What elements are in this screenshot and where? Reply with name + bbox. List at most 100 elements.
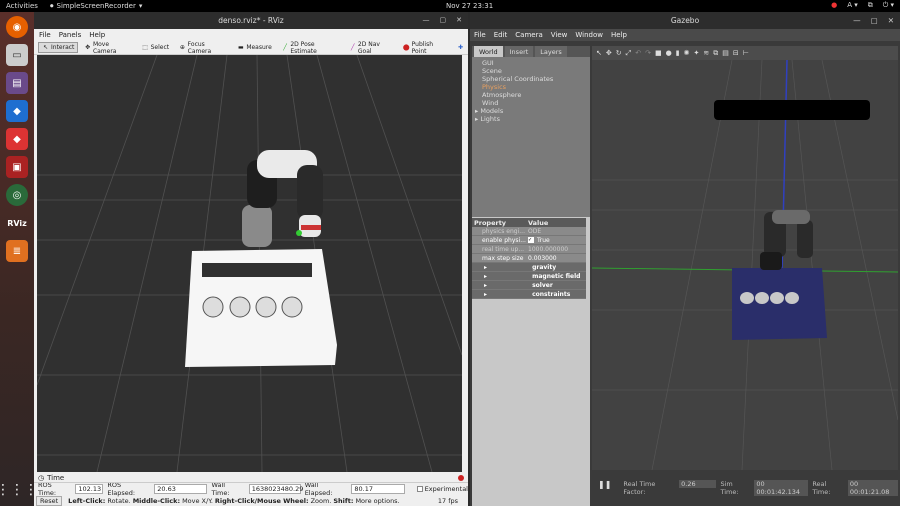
translate-icon[interactable]: ✥ xyxy=(606,49,612,57)
redo-icon[interactable]: ↷ xyxy=(645,49,651,57)
maximize-icon[interactable]: ▢ xyxy=(440,16,447,24)
tree-item-lights[interactable]: ▸ Lights xyxy=(475,115,590,123)
wall-time-field[interactable]: 1638023480.29 xyxy=(248,484,303,494)
scale-icon[interactable]: ⤢ xyxy=(626,49,632,58)
menu-file[interactable]: File xyxy=(474,31,486,39)
select-arrow-icon[interactable]: ↖ xyxy=(596,49,602,57)
wall-elapsed-field[interactable]: 80.17 xyxy=(351,484,405,494)
activities-button[interactable]: Activities xyxy=(0,2,50,10)
property-group-gravity[interactable]: ▸ gravity xyxy=(472,263,586,272)
move-camera-tool[interactable]: ✥ Move Camera xyxy=(80,39,135,57)
menu-edit[interactable]: Edit xyxy=(494,31,508,39)
property-group-magnetic[interactable]: ▸ magnetic field xyxy=(472,272,586,281)
anydesk-icon[interactable]: ◆ xyxy=(6,128,28,150)
pose-estimate-tool[interactable]: ╱ 2D Pose Estimate xyxy=(278,39,344,57)
robot-arm xyxy=(760,210,813,270)
maximize-icon[interactable]: ▢ xyxy=(871,16,878,25)
undo-icon[interactable]: ↶ xyxy=(635,49,641,57)
menu-camera[interactable]: Camera xyxy=(515,31,542,39)
minimize-icon[interactable]: — xyxy=(423,16,430,24)
tree-item-scene[interactable]: Scene xyxy=(482,67,590,75)
select-tool[interactable]: ⬚ Select xyxy=(138,42,174,53)
clock[interactable]: Nov 27 23:31 xyxy=(446,2,493,10)
recorder-icon: ⏺ xyxy=(50,1,54,10)
gazebo-3d-view[interactable] xyxy=(592,60,898,470)
tree-item-models[interactable]: ▸ Models xyxy=(475,107,590,115)
property-row[interactable]: max step size 0.003000 xyxy=(472,254,586,263)
paste-icon[interactable]: ▤ xyxy=(722,49,729,57)
system-tray[interactable]: ● A ▾ ⧉ ⏻ ▾ xyxy=(831,1,894,10)
media-icon[interactable]: ▤ xyxy=(6,72,28,94)
ros-time-field[interactable]: 102.13 xyxy=(75,484,104,494)
property-group-solver[interactable]: ▸ solver xyxy=(472,281,586,290)
help-text: Left-Click: Rotate. Middle-Click: Move X/Y… xyxy=(68,496,400,505)
tree-item-physics[interactable]: Physics xyxy=(482,83,590,91)
close-icon[interactable]: ✕ xyxy=(888,16,894,25)
minimize-icon[interactable]: — xyxy=(853,16,861,25)
gazebo-render[interactable] xyxy=(592,60,898,470)
tab-layers[interactable]: Layers xyxy=(535,46,567,57)
menu-help[interactable]: Help xyxy=(611,31,627,39)
publish-point-tool[interactable]: ⬤ Publish Point xyxy=(399,39,451,57)
experimental-checkbox[interactable]: Experimental xyxy=(416,485,468,493)
property-row[interactable]: real time up... 1000.000000 xyxy=(472,245,586,254)
property-row[interactable]: physics engi... ODE xyxy=(472,227,586,236)
sim-time-value: 00 00:01:42.134 xyxy=(754,480,809,496)
clock-icon: ◷ xyxy=(38,474,45,482)
power-icon[interactable]: ⏻ ▾ xyxy=(883,1,894,10)
close-icon[interactable] xyxy=(458,475,464,481)
tab-insert[interactable]: Insert xyxy=(504,46,534,57)
network-icon[interactable]: ⧉ xyxy=(868,1,873,10)
focus-camera-tool[interactable]: ⊕ Focus Camera xyxy=(175,39,231,57)
spot-light-icon[interactable]: ✦ xyxy=(693,49,699,57)
camera-icon[interactable]: ◎ xyxy=(6,184,28,206)
measure-tool[interactable]: ▬ Measure xyxy=(233,42,276,53)
gazebo-titlebar[interactable]: Gazebo — ▢ ✕ xyxy=(470,12,900,29)
show-apps-icon[interactable]: ⋮⋮⋮ xyxy=(0,482,38,498)
copy-icon[interactable]: ⧉ xyxy=(713,49,718,58)
world-tree: GUI Scene Spherical Coordinates Physics … xyxy=(472,57,590,217)
reset-button[interactable]: Reset xyxy=(36,495,63,506)
align-icon[interactable]: ⊟ xyxy=(733,49,739,57)
menu-window[interactable]: Window xyxy=(575,31,603,39)
vscode-icon[interactable]: ◆ xyxy=(6,100,28,122)
ros-elapsed-field[interactable]: 20.63 xyxy=(154,484,208,494)
property-group-constraints[interactable]: ▸ constraints xyxy=(472,290,586,299)
gazebo-scene: ↖ ✥ ↻ ⤢ ↶ ↷ ■ ● ▮ ✺ ✦ ≋ ⧉ ▤ ⊟ ⊢ ❚❚ Real … xyxy=(592,46,898,506)
add-tool-button[interactable]: ✚ xyxy=(453,42,468,53)
menu-panels[interactable]: Panels xyxy=(59,31,82,39)
tab-world[interactable]: World xyxy=(474,46,503,57)
menu-view[interactable]: View xyxy=(551,31,568,39)
layers-icon[interactable]: ≣ xyxy=(6,240,28,262)
record-icon[interactable]: ● xyxy=(831,1,837,10)
app-menu[interactable]: ⏺ SimpleScreenRecorder ▾ xyxy=(50,2,142,11)
language-icon[interactable]: A ▾ xyxy=(847,1,858,10)
tree-item-wind[interactable]: Wind xyxy=(482,99,590,107)
rviz-3d-view[interactable] xyxy=(37,55,462,472)
close-icon[interactable]: ✕ xyxy=(456,16,462,24)
rviz-scene[interactable] xyxy=(37,55,462,472)
nav-goal-tool[interactable]: ╱ 2D Nav Goal xyxy=(345,39,397,57)
dir-light-icon[interactable]: ≋ xyxy=(703,49,709,57)
checkbox-checked-icon[interactable]: ✓ xyxy=(528,237,534,243)
interact-tool[interactable]: ↖ Interact xyxy=(38,42,79,53)
box-icon[interactable]: ■ xyxy=(655,49,662,57)
snap-icon[interactable]: ⊢ xyxy=(743,49,749,57)
files-icon[interactable]: ▭ xyxy=(6,44,28,66)
cylinder-icon[interactable]: ▮ xyxy=(676,49,680,57)
tree-item-spherical[interactable]: Spherical Coordinates xyxy=(482,75,590,83)
tree-item-gui[interactable]: GUI xyxy=(482,59,590,67)
rviz-titlebar[interactable]: denso.rviz* - RViz — ▢ ✕ xyxy=(34,12,468,29)
time-row: ROS Time: 102.13 ROS Elapsed: 20.63 Wall… xyxy=(34,481,468,497)
menu-file[interactable]: File xyxy=(39,31,51,39)
tree-item-atmosphere[interactable]: Atmosphere xyxy=(482,91,590,99)
point-light-icon[interactable]: ✺ xyxy=(684,49,690,57)
pause-icon[interactable]: ❚❚ xyxy=(598,480,611,489)
table-model xyxy=(732,268,827,340)
rotate-icon[interactable]: ↻ xyxy=(616,49,622,57)
monitor-icon[interactable]: ▣ xyxy=(6,156,28,178)
rviz-icon[interactable]: RViz xyxy=(6,212,28,234)
firefox-icon[interactable]: ◉ xyxy=(6,16,28,38)
sphere-icon[interactable]: ● xyxy=(666,49,672,57)
property-row[interactable]: enable physi... ✓ True xyxy=(472,236,586,245)
